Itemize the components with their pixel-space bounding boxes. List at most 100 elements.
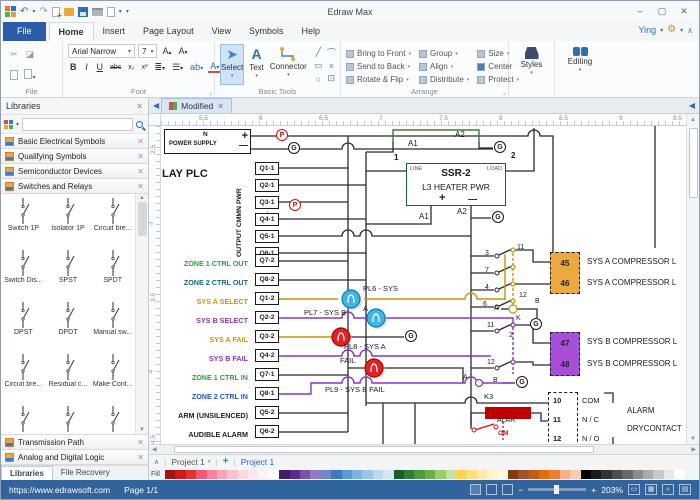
- group-button[interactable]: Group▾: [419, 49, 469, 58]
- plc-terminal-cell[interactable]: Q1-1: [255, 162, 279, 175]
- power-supply-box[interactable]: N POWER SUPPLY + —: [164, 129, 251, 154]
- fill-color-swatch[interactable]: [394, 470, 404, 479]
- plc-terminal-cell[interactable]: Q6-2: [255, 425, 279, 438]
- horizontal-scrollbar[interactable]: ◀ ▶: [149, 444, 699, 454]
- menu-tab[interactable]: Page Layout: [134, 22, 203, 41]
- terminal-g4[interactable]: G: [405, 330, 417, 342]
- highlight-icon[interactable]: ab▾: [188, 62, 205, 72]
- terminal-g3[interactable]: G: [492, 211, 504, 223]
- shrink-font-icon[interactable]: A▾: [177, 46, 190, 56]
- ellipse-tool-icon[interactable]: ○: [316, 74, 321, 84]
- rotate-flip-button[interactable]: Rotate & Flip▾: [346, 75, 411, 84]
- close-icon[interactable]: ✕: [137, 152, 144, 161]
- close-document-icon[interactable]: ✕: [217, 102, 224, 111]
- plc-terminal-cell[interactable]: Q8-1: [255, 387, 279, 400]
- cut-icon[interactable]: ✂: [8, 49, 20, 60]
- fill-color-swatch[interactable]: [653, 470, 663, 479]
- sidebar-scrollbar[interactable]: ▲ ▼: [135, 194, 148, 434]
- grid-icon[interactable]: ▤: [679, 484, 691, 495]
- app-logo-icon[interactable]: [5, 6, 16, 17]
- plc-terminal-cell[interactable]: Q7-1: [255, 368, 279, 381]
- fill-color-swatch[interactable]: [570, 470, 580, 479]
- terminal-g[interactable]: G: [288, 142, 300, 154]
- fill-color-swatch[interactable]: [238, 470, 248, 479]
- library-picker-dropdown-icon[interactable]: ▾: [16, 121, 19, 128]
- library-symbol[interactable]: DPDT: [46, 300, 91, 352]
- fill-color-swatch[interactable]: [352, 470, 362, 479]
- font-family-select[interactable]: Arial Narrow▾: [68, 44, 135, 58]
- scrollbar-thumb[interactable]: [138, 202, 147, 236]
- pan-zoom-icon[interactable]: ▦: [645, 484, 657, 495]
- library-symbol[interactable]: Residual c...: [46, 352, 91, 404]
- library-search-input[interactable]: [22, 118, 133, 131]
- fill-color-swatch[interactable]: [674, 470, 684, 479]
- fill-color-swatch[interactable]: [165, 470, 175, 479]
- fill-color-swatch[interactable]: [414, 470, 424, 479]
- plc-terminal-cell[interactable]: Q5-2: [255, 406, 279, 419]
- fill-color-swatch[interactable]: [425, 470, 435, 479]
- page-navigator[interactable]: Project 1▾: [171, 457, 210, 467]
- line-spacing-icon[interactable]: ≣▾: [153, 62, 168, 73]
- fill-color-swatch[interactable]: [290, 470, 300, 479]
- tab-file-recovery[interactable]: File Recovery: [53, 466, 118, 480]
- subscript-button[interactable]: x₂: [126, 64, 136, 71]
- arrange-dialog-launcher-icon[interactable]: ⌟: [503, 88, 506, 96]
- line-tool-icon[interactable]: ╱: [316, 47, 321, 58]
- minimize-button[interactable]: –: [629, 4, 651, 20]
- library-group-bar[interactable]: Switches and Relays ✕: [1, 179, 148, 194]
- grow-font-icon[interactable]: A▴: [160, 46, 173, 56]
- zoom-slider[interactable]: [528, 488, 586, 491]
- library-picker-icon[interactable]: [4, 120, 13, 129]
- fill-color-swatch[interactable]: [227, 470, 237, 479]
- crop-tool-icon[interactable]: ⊡: [328, 73, 336, 84]
- font-dialog-launcher-icon[interactable]: ⌟: [209, 88, 212, 96]
- zoom-out-icon[interactable]: −: [518, 485, 523, 495]
- status-url[interactable]: https://www.edrawsoft.com: [9, 485, 110, 495]
- library-group-bar[interactable]: Qualifying Symbols ✕: [1, 149, 148, 164]
- fill-color-swatch[interactable]: [560, 470, 570, 479]
- select-tool-button[interactable]: ➤ Select▾: [220, 44, 244, 85]
- superscript-button[interactable]: x²: [140, 64, 150, 71]
- collapse-pages-icon[interactable]: ∧: [154, 458, 159, 466]
- library-symbol[interactable]: Switch 1P: [1, 196, 46, 248]
- fill-color-swatch[interactable]: [612, 470, 622, 479]
- library-group-bar[interactable]: Basic Electrical Symbols ✕: [1, 134, 148, 149]
- fill-color-swatch[interactable]: [622, 470, 632, 479]
- terminal-g6[interactable]: G: [516, 376, 528, 388]
- zoom-slider-thumb[interactable]: [554, 485, 559, 494]
- fill-color-swatch[interactable]: [581, 470, 591, 479]
- export-icon[interactable]: [107, 7, 115, 17]
- fill-color-swatch[interactable]: [207, 470, 217, 479]
- settings-dropdown-icon[interactable]: ▾: [680, 27, 683, 34]
- menu-tab[interactable]: Home: [49, 22, 94, 41]
- fill-color-swatch[interactable]: [186, 470, 196, 479]
- close-panel-icon[interactable]: ✕: [136, 102, 143, 111]
- fill-color-swatch[interactable]: [248, 470, 258, 479]
- fill-color-swatch[interactable]: [342, 470, 352, 479]
- tab-file[interactable]: File: [3, 22, 46, 41]
- underline-button[interactable]: U: [95, 62, 106, 72]
- add-page-button[interactable]: +: [223, 456, 229, 467]
- fill-color-swatch[interactable]: [310, 470, 320, 479]
- library-symbol[interactable]: Circuit bre...: [1, 352, 46, 404]
- scroll-down-icon[interactable]: ▼: [139, 427, 145, 433]
- library-symbol[interactable]: SPDT: [90, 248, 135, 300]
- fill-color-swatch[interactable]: [404, 470, 414, 479]
- plc-terminal-cell[interactable]: Q2-2: [255, 311, 279, 324]
- user-name[interactable]: Ying: [638, 25, 656, 35]
- fill-color-swatch[interactable]: [435, 470, 445, 479]
- library-symbol[interactable]: DPST: [1, 300, 46, 352]
- drawing-canvas[interactable]: N POWER SUPPLY + — LAY PLC OUTPUT CMMN P…: [161, 126, 686, 444]
- search-icon[interactable]: [136, 121, 143, 128]
- library-symbol[interactable]: [1, 404, 46, 434]
- fill-color-swatch[interactable]: [508, 470, 518, 479]
- fill-color-swatch[interactable]: [279, 470, 289, 479]
- styles-button[interactable]: Styles▾: [514, 44, 549, 85]
- plc-terminal-cell[interactable]: Q2-1: [255, 179, 279, 192]
- gear-icon[interactable]: ⚙: [667, 25, 676, 35]
- fill-color-swatch[interactable]: [539, 470, 549, 479]
- strikethrough-button[interactable]: abc: [108, 64, 123, 71]
- fill-color-swatch[interactable]: [300, 470, 310, 479]
- arc-tool-icon[interactable]: ⌒: [327, 46, 336, 59]
- fill-color-swatch[interactable]: [217, 470, 227, 479]
